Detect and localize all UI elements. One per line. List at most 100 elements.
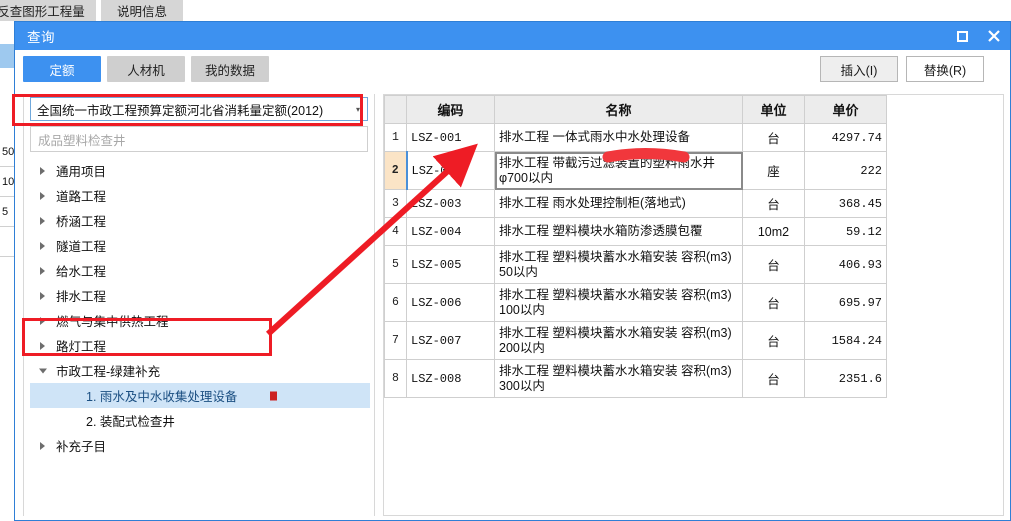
row-code: LSZ-007 [406,321,495,360]
row-name: 排水工程 塑料模块蓄水水箱安装 容积(m3) 50以内 [494,245,743,284]
row-code: LSZ-008 [406,359,495,398]
tree-item-general[interactable]: 通用项目 [30,158,370,183]
tree-item-bridge-culvert[interactable]: 桥涵工程 [30,208,370,233]
column-header-code[interactable]: 编码 [406,95,495,124]
tab-label: 定额 [49,63,75,78]
quota-library-select[interactable]: 全国统一市政工程预算定额河北省消耗量定额(2012) ▾ [30,97,368,121]
chevron-right-icon[interactable] [40,341,45,350]
tree-item-drainage[interactable]: 排水工程 [30,283,370,308]
row-code: LSZ-005 [406,245,495,284]
tab-my-data[interactable]: 我的数据 [191,56,269,82]
tree-item-label: 1. 雨水及中水收集处理设备 [86,390,238,404]
tree-item-water-supply[interactable]: 给水工程 [30,258,370,283]
dialog-title: 查询 [27,30,55,45]
results-pane: 编码 名称 单位 单价 1 LSZ-001 排水工程 一体式雨水中水处理设备 台 [383,94,1004,516]
tree-item-street-lighting[interactable]: 路灯工程 [30,333,370,358]
tree-item-label: 市政工程-绿建补充 [56,365,161,379]
chevron-right-icon[interactable] [40,316,45,325]
scroll-marker-icon [270,391,277,400]
tree-item-gas-heating[interactable]: 燃气与集中供热工程 [30,308,370,333]
row-index: 2 [384,151,407,190]
chevron-right-icon[interactable] [40,166,45,175]
row-index: 3 [384,189,407,218]
tree-item-label: 补充子目 [56,440,107,454]
row-price: 222 [804,151,887,190]
table-row[interactable]: 4 LSZ-004 排水工程 塑料模块水箱防渗透膜包覆 10m2 59.12 [384,217,887,246]
catalog-search-input[interactable]: 成品塑料检查井 [30,126,368,152]
catalog-tree: 通用项目 道路工程 桥涵工程 隧道工程 给水工程 排水工程 燃气与集中供热工程 … [30,158,370,514]
background-tab-description[interactable]: 说明信息 [101,0,183,21]
insert-button[interactable]: 插入(I) [820,56,898,82]
column-header-name[interactable]: 名称 [494,95,743,124]
column-header-index[interactable] [384,95,407,124]
row-index: 7 [384,321,407,360]
row-name: 排水工程 塑料模块蓄水水箱安装 容积(m3) 300以内 [494,359,743,398]
quota-library-value: 全国统一市政工程预算定额河北省消耗量定额(2012) [37,103,324,118]
chevron-right-icon[interactable] [40,266,45,275]
insert-button-label: 插入(I) [840,63,878,78]
table-header-row: 编码 名称 单位 单价 [384,95,887,124]
table-row[interactable]: 2 LSZ-002 排水工程 带截污过滤装置的塑料雨水井 φ700以内 座 22… [384,151,887,190]
column-header-unit[interactable]: 单位 [742,95,805,124]
background-tab-label: 说明信息 [116,5,167,19]
table-row[interactable]: 3 LSZ-003 排水工程 雨水处理控制柜(落地式) 台 368.45 [384,189,887,218]
table-row[interactable]: 7 LSZ-007 排水工程 塑料模块蓄水水箱安装 容积(m3) 200以内 台… [384,321,887,360]
tree-item-supplementary[interactable]: 补充子目 [30,433,370,458]
row-code: LSZ-004 [406,217,495,246]
replace-button-label: 替换(R) [923,63,967,78]
tab-label: 我的数据 [204,63,255,78]
chevron-right-icon[interactable] [40,441,45,450]
dialog-body: 定额 人材机 我的数据 插入(I) 替换(R) 全国统一市政工程预算定额河北省消… [15,50,1010,520]
chevron-right-icon[interactable] [40,216,45,225]
row-index: 6 [384,283,407,322]
tree-item-label: 桥涵工程 [56,215,107,229]
table-row[interactable]: 1 LSZ-001 排水工程 一体式雨水中水处理设备 台 4297.74 [384,123,887,152]
tree-item-label: 燃气与集中供热工程 [56,315,169,329]
close-icon[interactable] [978,22,1010,50]
row-price: 59.12 [804,217,887,246]
table-body: 1 LSZ-001 排水工程 一体式雨水中水处理设备 台 4297.74 2 L… [384,123,887,398]
row-price: 1584.24 [804,321,887,360]
table-row[interactable]: 6 LSZ-006 排水工程 塑料模块蓄水水箱安装 容积(m3) 100以内 台… [384,283,887,322]
table-row[interactable]: 8 LSZ-008 排水工程 塑料模块蓄水水箱安装 容积(m3) 300以内 台… [384,359,887,398]
catalog-search-placeholder: 成品塑料检查井 [38,133,126,148]
tree-item-rainwater-reclaimed-equipment[interactable]: 1. 雨水及中水收集处理设备 [30,383,370,408]
maximize-icon[interactable] [946,22,978,50]
titlebar-buttons [946,22,1010,50]
background-tab-reverse-query[interactable]: 反查图形工程量 [0,0,96,21]
row-name: 排水工程 塑料模块蓄水水箱安装 容积(m3) 100以内 [494,283,743,322]
row-price: 406.93 [804,245,887,284]
row-index: 5 [384,245,407,284]
row-unit: 座 [742,151,805,190]
tab-labor-material-machine[interactable]: 人材机 [107,56,185,82]
chevron-right-icon[interactable] [40,241,45,250]
tree-item-label: 通用项目 [56,165,107,179]
row-unit: 台 [742,283,805,322]
row-unit: 台 [742,359,805,398]
tree-item-road[interactable]: 道路工程 [30,183,370,208]
row-code: LSZ-003 [406,189,495,218]
tree-item-label: 隧道工程 [56,240,107,254]
column-header-price[interactable]: 单价 [804,95,887,124]
row-unit: 10m2 [742,217,805,246]
row-name: 排水工程 塑料模块水箱防渗透膜包覆 [494,217,743,246]
results-table: 编码 名称 单位 单价 1 LSZ-001 排水工程 一体式雨水中水处理设备 台 [384,95,887,398]
tree-item-tunnel[interactable]: 隧道工程 [30,233,370,258]
row-unit: 台 [742,245,805,284]
query-dialog: 查询 定额 人材机 我的数据 插入(I) 替换(R) 全国统一市政工程预算定额河… [14,21,1011,521]
dialog-titlebar[interactable]: 查询 [15,22,1010,50]
row-price: 695.97 [804,283,887,322]
tab-quota[interactable]: 定额 [23,56,101,82]
chevron-down-icon[interactable] [39,368,47,373]
screen-root: 反查图形工程量 说明信息 50 10 5 查询 定额 人材机 我的数据 插入(I… [0,0,1011,521]
row-price: 2351.6 [804,359,887,398]
catalog-pane: 全国统一市政工程预算定额河北省消耗量定额(2012) ▾ 成品塑料检查井 通用项… [23,94,375,516]
tree-item-prefab-manhole[interactable]: 2. 装配式检查井 [30,408,370,433]
chevron-right-icon[interactable] [40,291,45,300]
chevron-right-icon[interactable] [40,191,45,200]
replace-button[interactable]: 替换(R) [906,56,984,82]
table-row[interactable]: 5 LSZ-005 排水工程 塑料模块蓄水水箱安装 容积(m3) 50以内 台 … [384,245,887,284]
row-unit: 台 [742,321,805,360]
tab-label: 人材机 [127,63,165,78]
tree-item-municipal-green-supplement[interactable]: 市政工程-绿建补充 [30,358,370,383]
